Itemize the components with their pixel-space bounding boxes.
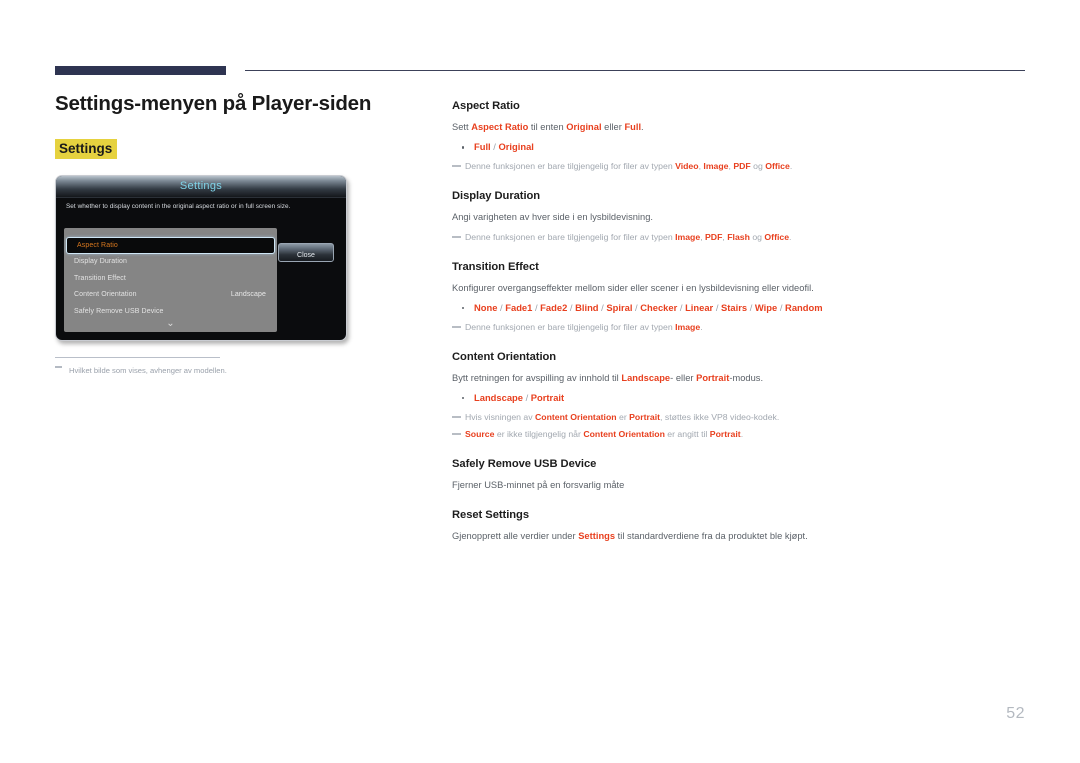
setting-entry-heading: Aspect Ratio [452,100,520,112]
setting-entry-description: Konfigurer overgangseffekter mellom side… [452,282,814,293]
left-column: Settings-menyen på Player-siden Settings… [55,92,425,377]
page-title: Settings-menyen på Player-siden [55,92,372,115]
osd-menu-item-label: Safely Remove USB Device [74,307,164,315]
osd-menu-item-label: Content Orientation [74,291,137,299]
osd-menu-item-label: Transition Effect [74,274,126,282]
chevron-down-icon[interactable]: ⌄ [64,319,277,329]
setting-entry-options: None / Fade1 / Fade2 / Blind / Spiral / … [452,301,1012,315]
osd-screenshot-mockup: Settings Set whether to display content … [55,175,347,342]
header-accent-bar [55,66,226,75]
setting-entry-note: Source er ikke tilgjengelig når Content … [452,428,1012,441]
osd-menu-panel: Aspect Ratio Display Duration Transition E… [64,228,277,333]
setting-entry-note: Denne funksjonen er bare tilgjengelig fo… [452,231,1012,244]
setting-entry-heading: Display Duration [452,190,541,203]
setting-entry: Display Duration Angi varigheten av hver … [452,190,1012,244]
setting-entry-heading: Content Orientation [452,350,557,363]
setting-entry-description: Sett Aspect Ratio til enten Original ell… [452,122,644,132]
setting-entry-description: Gjenopprett alle verdier under Settings … [452,531,808,542]
setting-entry: Safely Remove USB Device Fjerner USB-minn… [452,458,1012,492]
page-header-rule [55,66,1025,76]
setting-entry-description: Angi varigheten av hver side i en lysbil… [452,212,653,223]
setting-entry-options: Full / Original [452,140,1012,154]
osd-menu-item[interactable]: Display Duration [64,254,277,271]
note-dash-icon [55,366,62,368]
setting-entry: Content Orientation Bytt retningen for av… [452,351,1012,441]
setting-entry-options: Landscape / Portrait [452,391,1012,405]
setting-entry-description: Fjerner USB-minnet på en forsvarlig måte [452,479,625,490]
right-column: Aspect Ratio Sett Aspect Ratio til enten … [452,100,1012,561]
osd-close-label: Close [297,252,315,260]
image-note: Hvilket bilde som vises, avhenger av mod… [55,365,345,376]
osd-menu-item-value: Landscape [230,291,266,299]
image-note-block: Hvilket bilde som vises, avhenger av mod… [55,357,345,376]
osd-menu-list: Aspect Ratio Display Duration Transition E… [64,237,277,320]
setting-entry-note: Denne funksjonen er bare tilgjengelig fo… [452,321,1012,334]
osd-title: Settings [179,180,223,193]
page-number: 52 [1006,705,1025,722]
setting-entry-description: Bytt retningen for avspilling av innhold… [452,372,764,383]
image-note-text: Hvilket bilde som vises, avhenger av mod… [69,366,227,376]
osd-menu-item[interactable]: Content Orientation Landscape [64,287,277,304]
setting-entry-heading: Reset Settings [452,509,530,522]
setting-entry-heading: Transition Effect [452,260,539,273]
header-thin-line [245,70,1025,71]
setting-entry: Transition Effect Konfigurer overgangseff… [452,261,1012,334]
image-note-divider [55,357,220,359]
osd-close-button[interactable]: Close [278,243,334,263]
setting-entry-heading: Safely Remove USB Device [452,457,597,470]
osd-menu-item-label: Display Duration [74,258,127,266]
osd-menu-item[interactable]: Aspect Ratio [66,237,275,255]
setting-entry: Aspect Ratio Sett Aspect Ratio til enten … [452,100,1012,173]
section-highlight-chip: Settings [55,138,118,160]
setting-entry: Reset Settings Gjenopprett alle verdier u… [452,509,1012,543]
osd-menu-item-label: Aspect Ratio [77,242,118,250]
osd-description: Set whether to display content in the or… [66,203,291,211]
osd-menu-item[interactable]: Transition Effect [64,271,277,288]
setting-entry-note: Hvis visningen av Content Orientation er… [452,411,1012,424]
setting-entry-note: Denne funksjonen er bare tilgjengelig fo… [452,160,1012,173]
osd-titlebar: Settings [56,176,346,199]
